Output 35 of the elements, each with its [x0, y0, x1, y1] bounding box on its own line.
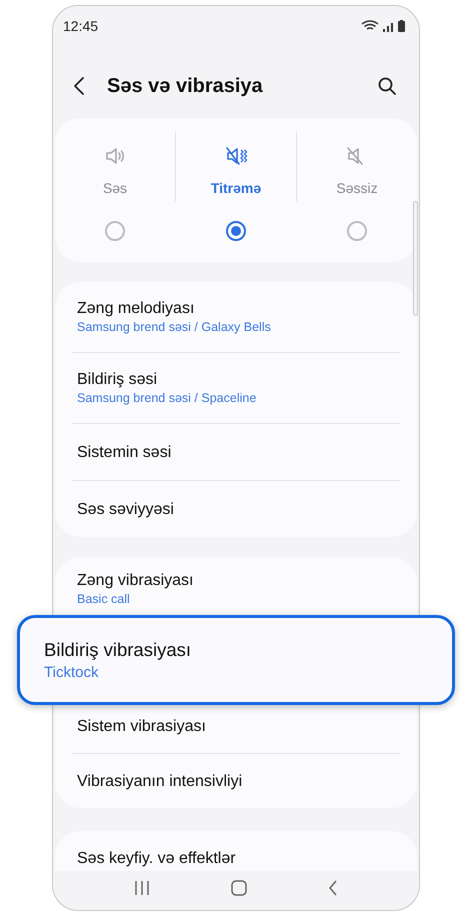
- radio-button[interactable]: [105, 221, 125, 241]
- settings-item[interactable]: Sistemin səsi: [55, 424, 417, 480]
- radio-button[interactable]: [226, 221, 246, 241]
- item-title: Səs keyfiy. və effektlər: [77, 849, 236, 869]
- item-title: Vibrasiyanın intensivliyi: [77, 772, 244, 792]
- vibrate-icon: [224, 144, 248, 168]
- page-title: Səs və vibrasiya: [107, 74, 264, 99]
- status-time: 12:45: [63, 16, 98, 36]
- item-subtitle: Ticktock: [44, 663, 100, 683]
- settings-item[interactable]: Zəng melodiyası Samsung brend səsi / Galaxy Bells: [55, 282, 417, 352]
- item-title: Bildiriş vibrasiyası: [44, 638, 192, 662]
- item-title: Zəng melodiyası: [77, 299, 196, 319]
- back-icon: [73, 76, 85, 96]
- mode-label: Səs: [102, 179, 128, 198]
- settings-item[interactable]: Vibrasiyanın intensivliyi: [55, 754, 417, 808]
- highlighted-item[interactable]: Bildiriş vibrasiyası Ticktock: [17, 615, 455, 705]
- settings-item[interactable]: Səs səviyyəsi: [55, 481, 417, 537]
- mode-label: Səssiz: [336, 179, 378, 198]
- settings-item[interactable]: Zəng vibrasiyası Basic call: [55, 557, 417, 615]
- item-title: Zəng vibrasiyası: [77, 571, 194, 591]
- radio-button[interactable]: [347, 221, 367, 241]
- item-title: Sistem vibrasiyası: [77, 716, 207, 736]
- mode-label: Titrəmə: [210, 179, 262, 198]
- item-title: Sistemin səsi: [77, 442, 172, 462]
- item-subtitle: Samsung brend səsi / Spaceline: [77, 390, 258, 407]
- item-subtitle: Samsung brend səsi / Galaxy Bells: [77, 319, 272, 336]
- back-icon[interactable]: [328, 880, 338, 896]
- home-icon[interactable]: [230, 880, 247, 896]
- item-subtitle: Basic call: [77, 591, 131, 608]
- item-title: Bildiriş səsi: [77, 370, 158, 390]
- item-title: Səs səviyyəsi: [77, 500, 175, 520]
- search-icon: [377, 76, 397, 96]
- settings-item[interactable]: Bildiriş səsi Samsung brend səsi / Spaceline: [55, 353, 417, 423]
- recent-apps-icon[interactable]: [134, 880, 150, 896]
- settings-item[interactable]: Sistem vibrasiyası: [55, 705, 417, 753]
